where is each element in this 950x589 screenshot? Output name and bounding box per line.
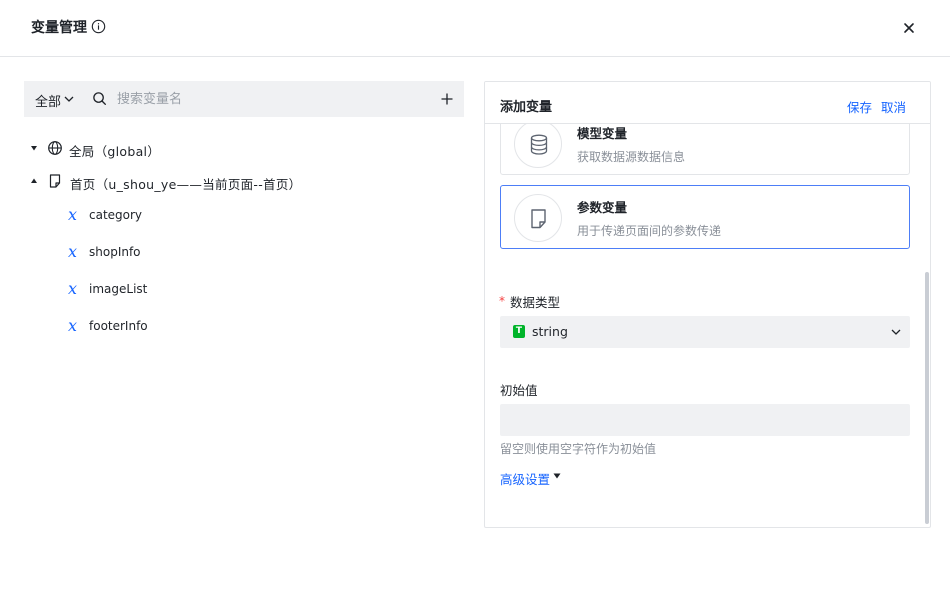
tree-node-label: 首页（u_shou_ye——当前页面--首页） <box>70 177 302 192</box>
card-description: 获取数据源数据信息 <box>577 150 686 164</box>
card-description: 用于传递页面间的参数传递 <box>577 224 722 238</box>
chevron-down-icon[interactable] <box>890 326 902 338</box>
expanded-arrow-icon[interactable] <box>30 177 38 185</box>
card-parameter-variable[interactable]: 参数变量 用于传递页面间的参数传递 <box>500 185 910 249</box>
dialog-header: 变量管理 <box>0 0 950 57</box>
info-icon[interactable] <box>91 19 106 34</box>
data-type-select[interactable]: T string <box>500 316 910 348</box>
search-input[interactable] <box>117 88 417 110</box>
caret-down-icon[interactable] <box>553 473 561 479</box>
add-variable-icon[interactable] <box>440 92 454 106</box>
panel-header: 添加变量 保存 取消 <box>485 82 930 124</box>
tree-node-label: 全局（global） <box>69 144 161 159</box>
database-icon <box>530 134 548 155</box>
variable-icon: 𝑥 <box>68 205 78 224</box>
initial-value-input[interactable] <box>500 404 910 436</box>
initial-value-label: 初始值 <box>500 383 538 398</box>
cancel-button[interactable]: 取消 <box>881 97 906 116</box>
card-icon-circle <box>514 194 562 242</box>
data-type-label: 数据类型 <box>510 295 561 310</box>
tree-node-page[interactable]: 首页（u_shou_ye——当前页面--首页） <box>24 171 464 193</box>
tree-variable-item[interactable]: 𝑥 category <box>24 205 464 227</box>
save-button[interactable]: 保存 <box>847 97 872 116</box>
globe-icon <box>48 141 62 155</box>
card-title: 模型变量 <box>577 126 628 141</box>
initial-value-hint: 留空则使用空字符作为初始值 <box>500 442 657 456</box>
variable-name: imageList <box>89 282 148 296</box>
document-icon <box>531 209 546 229</box>
dialog-title: 变量管理 <box>31 20 87 36</box>
add-variable-panel: 添加变量 保存 取消 模型变量 获取数据源数据信息 参数变量 用于传递页面间的参… <box>484 81 931 528</box>
data-type-value: string <box>532 324 568 339</box>
advanced-settings-toggle[interactable]: 高级设置 <box>500 469 550 488</box>
panel-title: 添加变量 <box>500 100 553 115</box>
variable-name: category <box>89 208 143 222</box>
variable-icon: 𝑥 <box>68 279 78 298</box>
tree-node-global[interactable]: 全局（global） <box>24 138 464 160</box>
variable-name: footerInfo <box>89 319 148 333</box>
variable-toolbar: 全部 <box>24 81 464 117</box>
panel-scrollbar[interactable] <box>925 272 929 524</box>
page-icon <box>49 174 61 188</box>
scope-filter-dropdown[interactable]: 全部 <box>35 91 61 110</box>
close-icon[interactable] <box>899 18 919 38</box>
chevron-down-icon[interactable] <box>63 93 75 105</box>
card-title: 参数变量 <box>577 200 628 215</box>
tree-variable-item[interactable]: 𝑥 footerInfo <box>24 316 464 338</box>
search-icon <box>93 92 107 106</box>
required-mark: * <box>499 294 505 308</box>
card-icon-circle <box>514 120 562 168</box>
variable-name: shopInfo <box>89 245 141 259</box>
tree-variable-item[interactable]: 𝑥 shopInfo <box>24 242 464 264</box>
tree-variable-item[interactable]: 𝑥 imageList <box>24 279 464 301</box>
variable-icon: 𝑥 <box>68 316 78 335</box>
string-type-icon: T <box>513 325 525 338</box>
collapsed-arrow-icon[interactable] <box>30 144 38 152</box>
variable-icon: 𝑥 <box>68 242 78 261</box>
